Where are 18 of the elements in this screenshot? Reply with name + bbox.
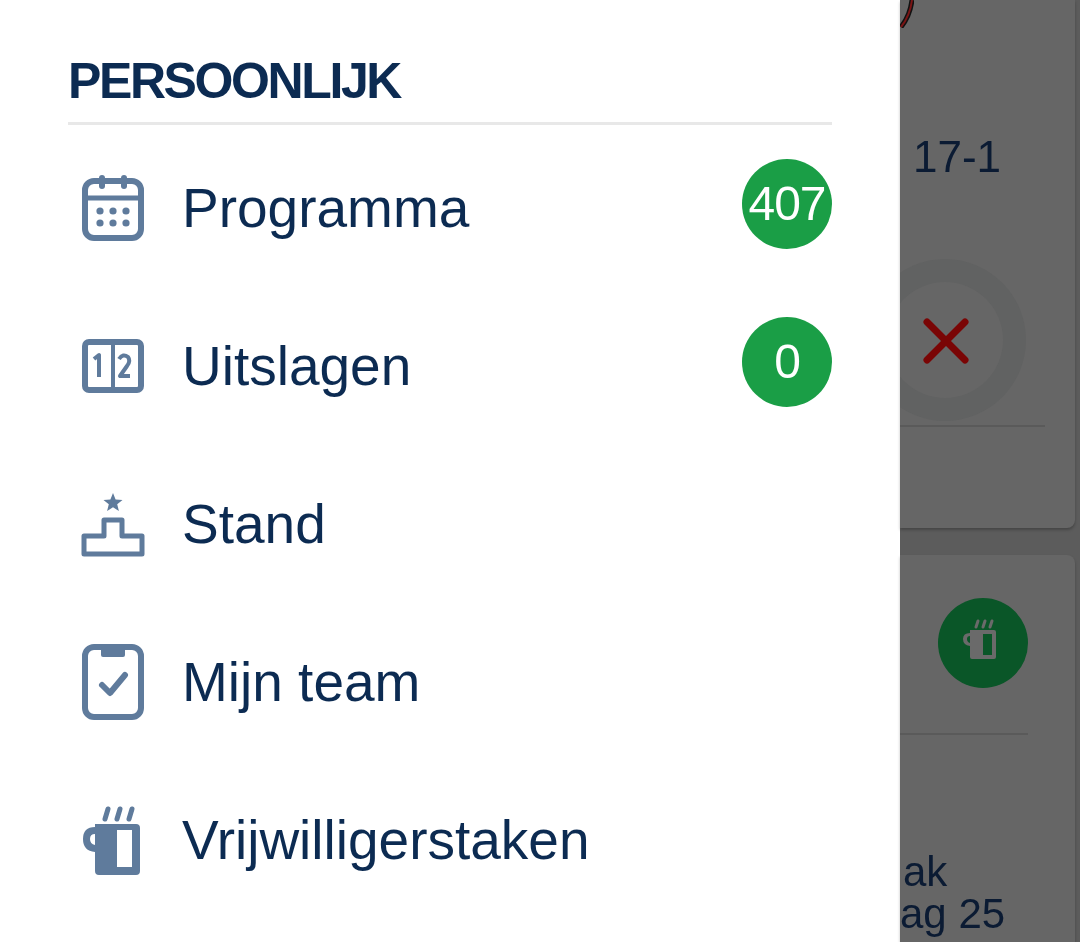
text-fragment: 17-1 bbox=[912, 135, 1002, 179]
clipboard-check-icon bbox=[82, 644, 144, 720]
menu-item[interactable]: Stand bbox=[68, 445, 832, 603]
menu-item[interactable]: Programma 407 bbox=[68, 129, 832, 287]
logo-edge-drawing bbox=[900, 0, 914, 28]
mug-icon bbox=[80, 805, 142, 875]
calendar-icon bbox=[82, 175, 144, 241]
scoreboard-icon bbox=[82, 339, 144, 393]
mug-icon bbox=[938, 598, 1028, 688]
menu-item[interactable]: Vrijwilligerstaken bbox=[68, 761, 832, 919]
count-badge: 0 bbox=[742, 317, 832, 407]
menu-item[interactable]: Uitslagen 0 bbox=[68, 287, 832, 445]
text-fragment: ak bbox=[902, 851, 948, 893]
section-title: PERSOONLIJK bbox=[68, 56, 400, 106]
podium-star-icon bbox=[80, 491, 146, 557]
menu-item[interactable]: Mijn team bbox=[68, 603, 832, 761]
text-fragment: ag 25 bbox=[900, 893, 1006, 935]
count-badge: 407 bbox=[742, 159, 832, 249]
